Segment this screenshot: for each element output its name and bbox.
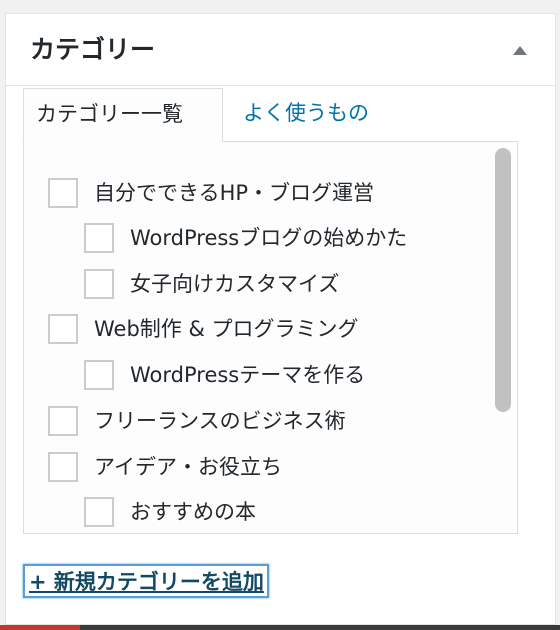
category-label: 自分でできるHP・ブログ運営	[94, 181, 375, 205]
category-checkbox[interactable]	[48, 452, 78, 482]
category-checkbox[interactable]	[48, 314, 78, 344]
triangle-up-icon	[513, 46, 527, 55]
postbox-title: カテゴリー	[30, 35, 156, 64]
category-item[interactable]: おすすめの本	[84, 497, 256, 527]
category-item[interactable]: 自分でできるHP・ブログ運営	[48, 178, 374, 208]
category-item[interactable]: フリーランスのビジネス術	[48, 406, 346, 436]
category-item[interactable]: Web制作 & プログラミング	[48, 314, 359, 344]
category-item[interactable]: 女子向けカスタマイズ	[84, 269, 339, 299]
category-checklist-panel[interactable]: 自分でできるHP・ブログ運営 WordPressブログの始めかた 女子向けカスタ…	[23, 141, 518, 534]
scrollbar-thumb[interactable]	[495, 148, 511, 412]
category-label: WordPressブログの始めかた	[130, 226, 408, 250]
category-label: アイデア・お役立ち	[94, 455, 282, 479]
category-item[interactable]: WordPressブログの始めかた	[84, 223, 407, 253]
page-bottom-edge-accent	[0, 625, 80, 630]
category-label: WordPressテーマを作る	[130, 363, 366, 387]
category-checkbox[interactable]	[48, 178, 78, 208]
category-label: フリーランスのビジネス術	[94, 409, 346, 433]
tab-all-categories[interactable]: カテゴリー一覧	[23, 88, 223, 142]
checklist-scrollbar[interactable]	[495, 148, 511, 528]
category-label: Web制作 & プログラミング	[94, 317, 359, 341]
tab-most-used[interactable]: よく使うもの	[243, 88, 369, 142]
postbox-header: カテゴリー	[6, 14, 555, 86]
add-new-category-link[interactable]: + 新規カテゴリーを追加	[23, 564, 269, 598]
category-item[interactable]: WordPressテーマを作る	[84, 360, 365, 390]
page-bottom-edge	[0, 625, 560, 630]
category-checkbox[interactable]	[84, 223, 114, 253]
category-item[interactable]: アイデア・お役立ち	[48, 452, 282, 482]
category-label: 女子向けカスタマイズ	[130, 272, 340, 296]
category-checkbox[interactable]	[84, 269, 114, 299]
category-checkbox[interactable]	[48, 406, 78, 436]
category-checkbox[interactable]	[84, 497, 114, 527]
toggle-panel-button[interactable]	[507, 37, 533, 63]
category-checkbox[interactable]	[84, 360, 114, 390]
category-label: おすすめの本	[130, 500, 256, 524]
